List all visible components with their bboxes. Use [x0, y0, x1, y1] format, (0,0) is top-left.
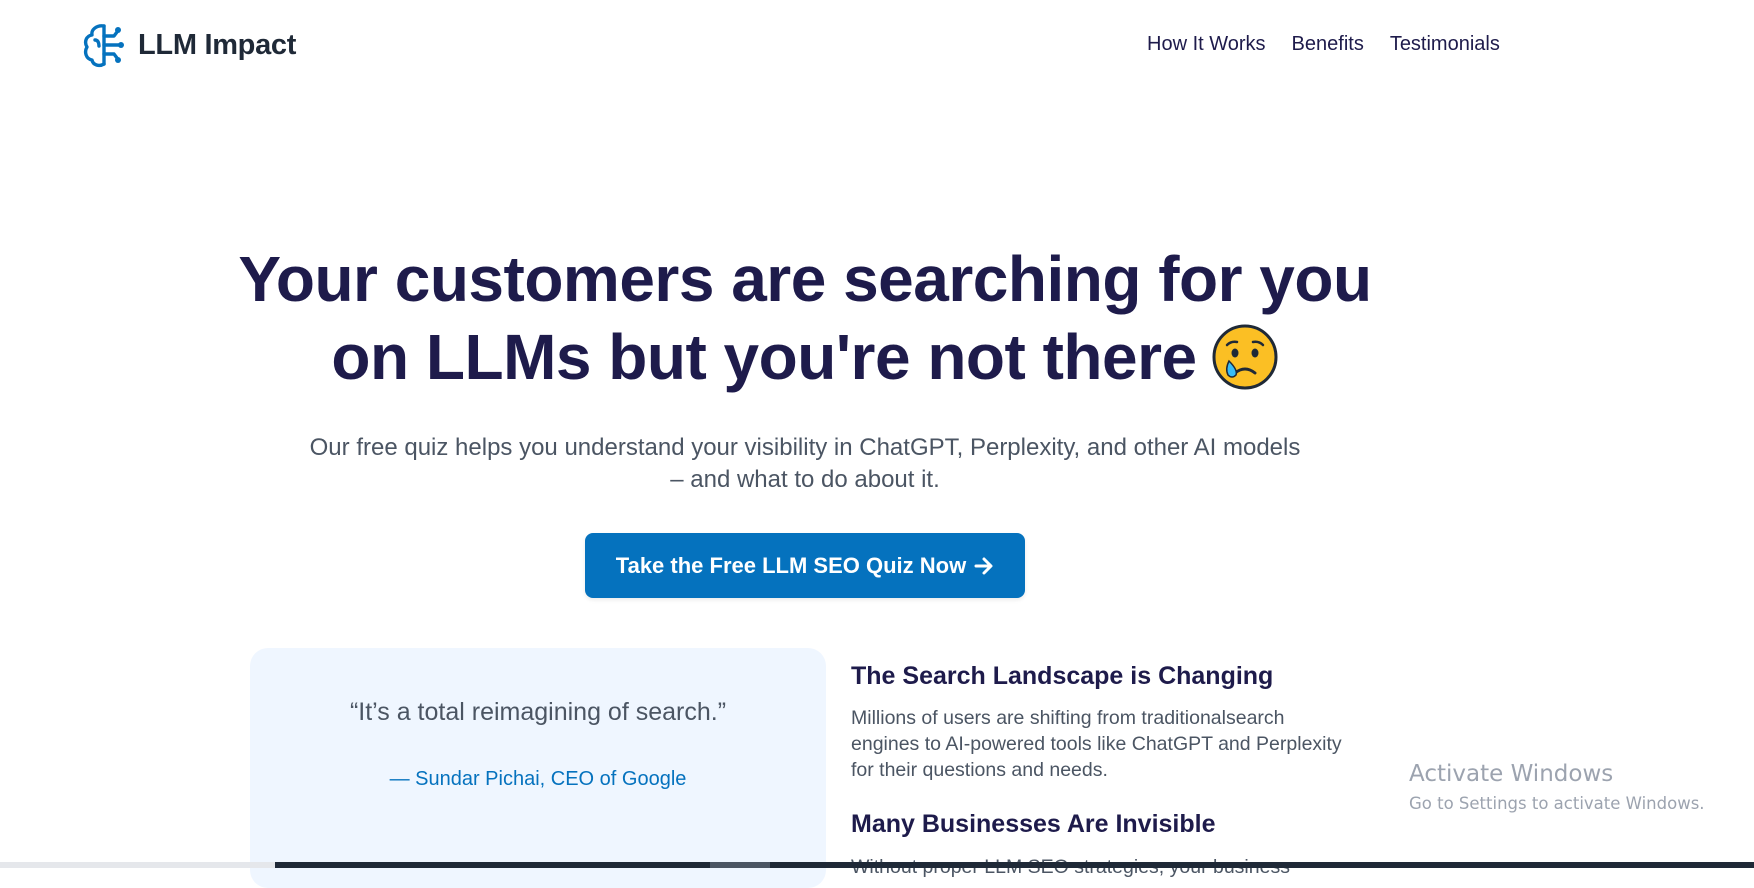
- brand-logo[interactable]: LLM Impact: [82, 22, 296, 68]
- section-heading-invisible: Many Businesses Are Invisible: [851, 810, 1216, 838]
- hero-subtitle: Our free quiz helps you understand your …: [309, 434, 1301, 493]
- nav-link-testimonials[interactable]: Testimonials: [1390, 33, 1500, 56]
- hero-title-line-1: Your customers are searching for you: [238, 243, 1372, 315]
- brain-icon: [83, 24, 124, 68]
- arrow-right-icon: [974, 557, 993, 574]
- watermark-subtitle: Go to Settings to activate Windows.: [1409, 794, 1705, 813]
- main-nav: How It Works Benefits Testimonials: [1147, 33, 1500, 56]
- watermark-title: Activate Windows: [1409, 761, 1614, 787]
- hero-title-line-2: on LLMs but you're not there: [331, 321, 1197, 393]
- nav-link-how-it-works[interactable]: How It Works: [1147, 33, 1266, 56]
- horizontal-scrollbar[interactable]: [0, 862, 1754, 868]
- quote-text: “It’s a total reimagining of search.”: [349, 698, 727, 726]
- brand-name: LLM Impact: [138, 28, 297, 61]
- section-heading-landscape: The Search Landscape is Changing: [851, 662, 1274, 690]
- quote-author: — Sundar Pichai, CEO of Google: [389, 768, 687, 790]
- activate-windows-watermark: Activate Windows Go to Settings to activ…: [1409, 760, 1705, 816]
- take-quiz-button[interactable]: Take the Free LLM SEO Quiz Now: [585, 533, 1025, 598]
- nav-link-benefits[interactable]: Benefits: [1292, 33, 1364, 56]
- site-header: LLM Impact How It Works Benefits Testimo…: [0, 0, 1754, 90]
- crying-face-icon: [1212, 324, 1278, 390]
- scrollbar-marker: [710, 862, 770, 868]
- scrollbar-thumb[interactable]: [275, 862, 1754, 868]
- hero-title: Your customers are searching for you on …: [200, 240, 1410, 396]
- take-quiz-button-label: Take the Free LLM SEO Quiz Now: [615, 552, 967, 578]
- section-body-landscape: Millions of users are shifting from trad…: [851, 707, 1342, 781]
- quote-card: “It’s a total reimagining of search.” — …: [250, 648, 826, 888]
